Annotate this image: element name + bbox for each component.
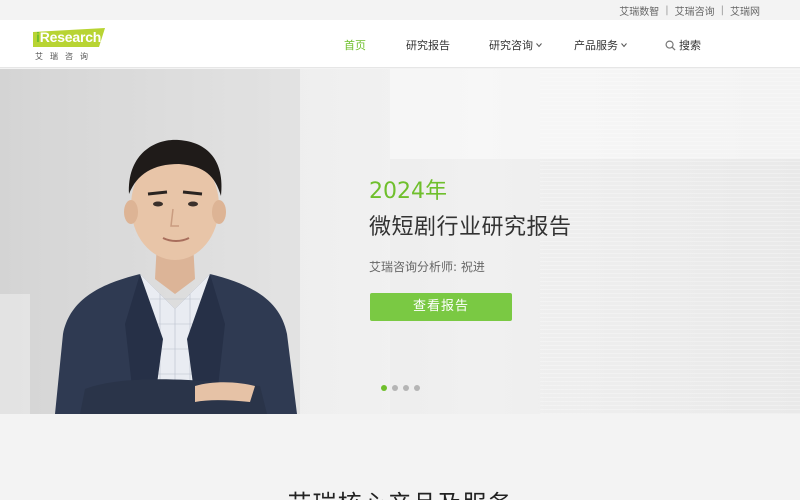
hero-analyst: 艾瑞咨询分析师: 祝进 (369, 260, 485, 274)
hero-bg-panel (300, 69, 390, 414)
logo-wordmark: iResearch (36, 29, 102, 45)
nav-reports-label: 研究报告 (406, 39, 450, 52)
core-products-section: 艾瑞核心产品及服务 (0, 414, 800, 500)
carousel-dot-1[interactable] (381, 385, 387, 391)
top-utility-bar: 艾瑞数智 | 艾瑞咨询 | 艾瑞网 (0, 0, 800, 20)
top-link-iresearch-digital[interactable]: 艾瑞数智 (619, 3, 659, 18)
chevron-down-icon (621, 43, 627, 48)
hero-year: 2024年 (369, 179, 447, 204)
nav-home-label: 首页 (344, 39, 366, 52)
nav-home[interactable]: 首页 (344, 37, 366, 53)
logo[interactable]: iResearch 艾瑞咨询 (33, 26, 108, 64)
top-link-iresearch-consulting[interactable]: 艾瑞咨询 (675, 3, 715, 18)
analyst-portrait (55, 139, 297, 414)
nav-consulting[interactable]: 研究咨询 (489, 37, 542, 53)
carousel-dot-3[interactable] (403, 385, 409, 391)
separator: | (720, 5, 724, 16)
hero-title: 微短剧行业研究报告 (369, 215, 572, 240)
logo-subtitle: 艾瑞咨询 (35, 52, 95, 61)
view-report-button[interactable]: 查看报告 (370, 293, 512, 321)
carousel-dot-2[interactable] (392, 385, 398, 391)
hero-bg-panel (0, 294, 30, 414)
hero-stripes (540, 69, 800, 414)
nav-products-label: 产品服务 (574, 39, 618, 52)
search-icon (665, 40, 676, 51)
nav-search[interactable]: 搜索 (665, 37, 701, 53)
main-header: iResearch 艾瑞咨询 首页 研究报告 研究咨询 产品服务 搜索 (0, 20, 800, 68)
chevron-down-icon (536, 43, 542, 48)
top-links: 艾瑞数智 | 艾瑞咨询 | 艾瑞网 (619, 3, 760, 18)
separator: | (665, 5, 669, 16)
nav-products[interactable]: 产品服务 (574, 37, 627, 53)
carousel-dots (381, 385, 425, 391)
hero-banner: 2024年 微短剧行业研究报告 艾瑞咨询分析师: 祝进 查看报告 (0, 69, 800, 414)
top-link-iresearch-net[interactable]: 艾瑞网 (730, 3, 760, 18)
nav-consulting-label: 研究咨询 (489, 39, 533, 52)
section-title: 艾瑞核心产品及服务 (0, 484, 800, 500)
nav-reports[interactable]: 研究报告 (406, 37, 450, 53)
nav-search-label: 搜索 (679, 39, 701, 52)
carousel-dot-4[interactable] (414, 385, 420, 391)
